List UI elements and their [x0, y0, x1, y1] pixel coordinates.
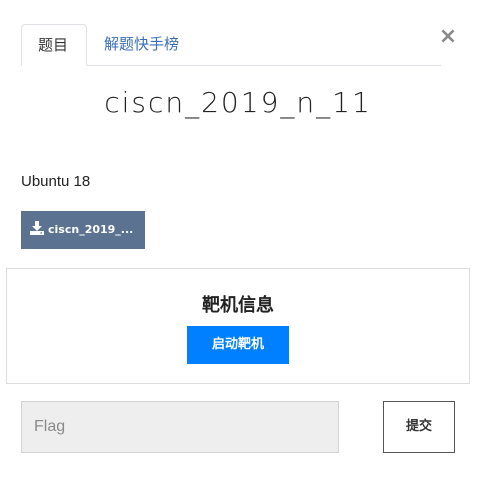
- download-label: ciscn_2019_...: [48, 223, 134, 236]
- challenge-modal: 题目 解题快手榜 × ciscn_2019_n_11 Ubuntu 18 cis…: [0, 0, 478, 491]
- submit-button[interactable]: 提交: [383, 401, 455, 453]
- download-button[interactable]: ciscn_2019_...: [21, 211, 145, 249]
- flag-input[interactable]: [21, 401, 339, 453]
- start-target-button[interactable]: 启动靶机: [187, 326, 289, 364]
- tab-leaderboard[interactable]: 解题快手榜: [88, 24, 195, 65]
- close-icon[interactable]: ×: [438, 25, 458, 49]
- tab-bar: 题目 解题快手榜: [21, 24, 441, 66]
- challenge-title: ciscn_2019_n_11: [104, 86, 372, 119]
- tab-challenge[interactable]: 题目: [21, 24, 87, 66]
- target-info-panel: 靶机信息 启动靶机: [6, 268, 470, 384]
- download-icon: [30, 221, 44, 235]
- target-heading: 靶机信息: [202, 295, 274, 316]
- challenge-description: Ubuntu 18: [21, 173, 91, 190]
